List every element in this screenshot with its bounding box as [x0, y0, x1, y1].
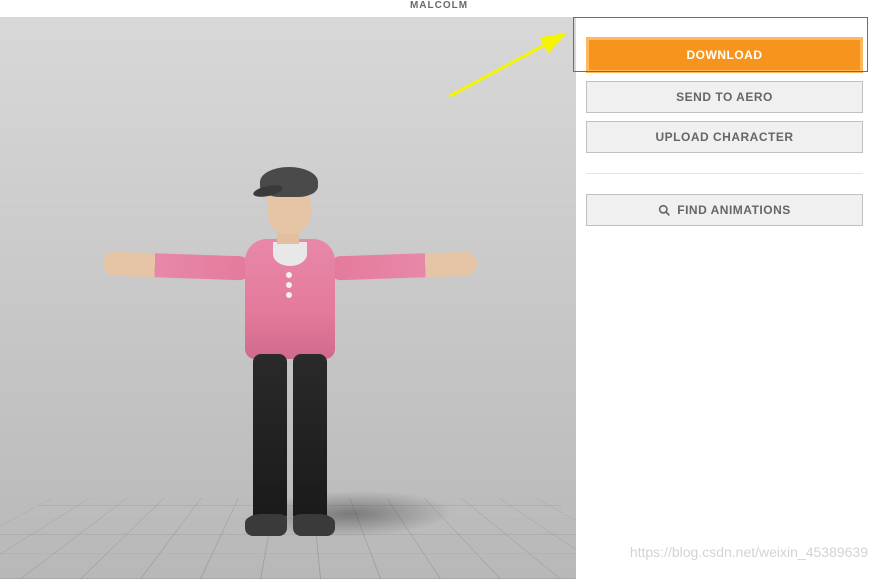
character-arm-right [329, 251, 478, 280]
character-leg-right [293, 354, 327, 519]
page-title: MALCOLM [0, 0, 878, 17]
sidebar: DOWNLOAD SEND TO AERO UPLOAD CHARACTER F… [576, 17, 878, 579]
character-leg-left [253, 354, 287, 519]
character-model [95, 162, 515, 562]
character-viewport[interactable] [0, 17, 576, 579]
upload-character-button[interactable]: UPLOAD CHARACTER [586, 121, 863, 153]
character-shoe-left [245, 514, 287, 536]
find-animations-button[interactable]: FIND ANIMATIONS [586, 194, 863, 226]
find-animations-label: FIND ANIMATIONS [677, 203, 791, 217]
download-button[interactable]: DOWNLOAD [586, 37, 863, 73]
character-shoe-right [293, 514, 335, 536]
watermark-text: https://blog.csdn.net/weixin_45389639 [630, 544, 868, 560]
search-icon [658, 204, 671, 217]
separator [586, 173, 863, 174]
character-shirt-buttons [286, 270, 294, 300]
character-collar [273, 242, 307, 266]
character-arm-left [103, 251, 252, 280]
send-to-aero-button[interactable]: SEND TO AERO [586, 81, 863, 113]
main-container: DOWNLOAD SEND TO AERO UPLOAD CHARACTER F… [0, 17, 878, 579]
